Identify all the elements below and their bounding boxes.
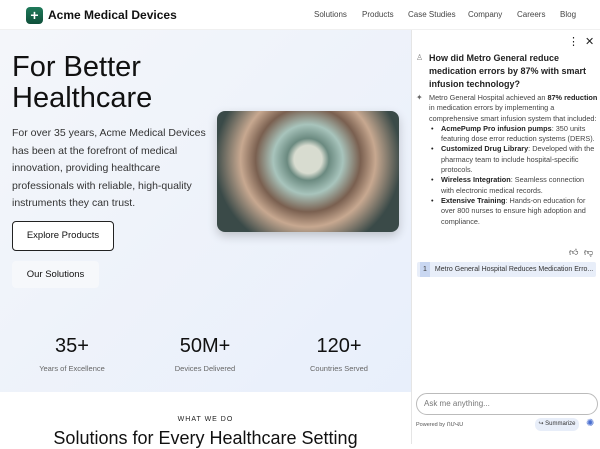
sparkle-icon: ✦ xyxy=(416,93,423,102)
summarize-button[interactable]: ↪ Summarize xyxy=(535,418,579,431)
section-heading: Solutions for Every Healthcare Setting xyxy=(53,428,358,448)
more-options-icon[interactable]: ⋮ xyxy=(568,35,579,48)
our-solutions-button[interactable]: Our Solutions xyxy=(12,261,99,288)
settings-sparkle-icon[interactable]: ✺ xyxy=(586,418,594,429)
hero-title: For Better Healthcare xyxy=(12,51,153,114)
answer-bullet: Wireless Integration: Seamless connectio… xyxy=(431,175,599,196)
close-icon[interactable]: ✕ xyxy=(585,35,594,48)
nav-blog[interactable]: Blog xyxy=(560,10,576,19)
thumbs-up-icon[interactable]: 👍︎ xyxy=(569,247,578,258)
nav-case-studies[interactable]: Case Studies xyxy=(408,10,456,19)
section-eyebrow: WHAT WE DO xyxy=(177,416,234,423)
chat-panel: ⋮ ✕ ♙ How did Metro General reduce medic… xyxy=(411,30,600,444)
chat-input[interactable]: Ask me anything... xyxy=(416,393,598,415)
answer-bullet: AcmePump Pro infusion pumps: 350 units f… xyxy=(431,124,599,145)
hero-description: For over 35 years, Acme Medical Devices … xyxy=(12,127,206,209)
stat-countries: 120+ Countries Served xyxy=(310,335,368,373)
nav-solutions[interactable]: Solutions xyxy=(314,10,347,19)
nav-products[interactable]: Products xyxy=(362,10,394,19)
answer-bullet: Extensive Training: Hands-on education f… xyxy=(431,196,599,227)
nav-company[interactable]: Company xyxy=(468,10,502,19)
thumbs-down-icon[interactable]: 👎︎ xyxy=(584,247,593,258)
nav-careers[interactable]: Careers xyxy=(517,10,545,19)
answer-bullet: Customized Drug Library: Developed with … xyxy=(431,144,599,175)
stat-devices: 50M+ Devices Delivered xyxy=(174,335,236,373)
chat-question: How did Metro General reduce medication … xyxy=(429,53,587,89)
header: + Acme Medical Devices Solutions Product… xyxy=(0,0,600,30)
chat-answer: Metro General Hospital achieved an 87% r… xyxy=(429,93,599,227)
surgeons-image xyxy=(217,111,399,232)
powered-by: Powered by ՈՄՎՍ xyxy=(416,422,464,428)
stat-years: 35+ Years of Excellence xyxy=(39,335,105,373)
user-icon: ♙ xyxy=(416,53,424,62)
source-link[interactable]: 1 Metro General Hospital Reduces Medicati… xyxy=(417,262,596,277)
brand-name[interactable]: Acme Medical Devices xyxy=(48,8,177,22)
logo-icon[interactable]: + xyxy=(26,7,43,24)
explore-products-button[interactable]: Explore Products xyxy=(12,221,114,251)
